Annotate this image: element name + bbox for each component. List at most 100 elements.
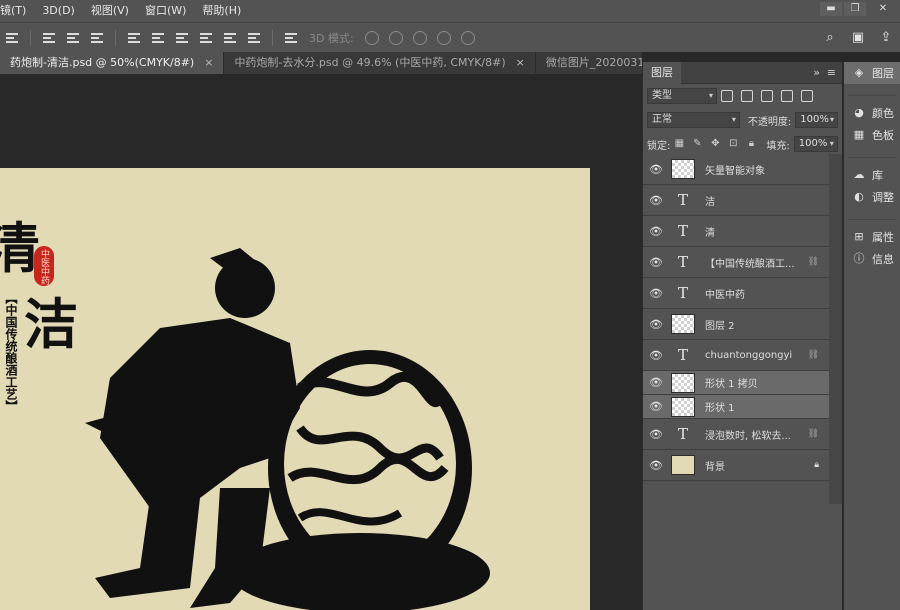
lock-artboard-icon[interactable]: ⊡ (727, 138, 739, 150)
layer-row[interactable]: 👁︎ T 清 (643, 216, 829, 247)
menu-3d[interactable]: 3D(D) (34, 0, 83, 22)
chevron-down-icon: ▾ (829, 115, 834, 124)
menu-window[interactable]: 窗口(W) (137, 0, 194, 22)
distribute-left-icon[interactable] (199, 31, 213, 45)
text-layer-icon: T (677, 284, 688, 302)
layer-row-selected[interactable]: 👁︎ 形状 1 (643, 395, 829, 419)
close-icon[interactable]: × (204, 52, 213, 74)
filter-row: 类型 ▾ (643, 84, 842, 108)
3d-scale-icon[interactable] (460, 30, 475, 45)
layer-row[interactable]: 👁︎ 背景 🔒︎ (643, 450, 829, 481)
visibility-eye-icon[interactable]: 👁︎ (643, 287, 669, 300)
tab-label: 中药炮制-去水分.psd @ 49.6% (中医中药, CMYK/8#) (234, 56, 506, 69)
distribute-bottom-icon[interactable] (175, 31, 189, 45)
panel-menu-icon[interactable]: ≡ (827, 62, 836, 84)
visibility-eye-icon[interactable]: 👁︎ (643, 163, 669, 176)
filter-shape-icon[interactable] (781, 90, 793, 102)
link-icon[interactable]: ⛓ (808, 257, 819, 267)
artboard[interactable]: 清 洁 【中国传统酿酒工艺】 中医中药 (0, 168, 590, 610)
layer-row[interactable]: 👁︎ T chuantonggongyi ⛓ (643, 340, 829, 371)
3d-rotate-icon[interactable] (364, 30, 379, 45)
adjust-icon: ◐ (854, 190, 864, 203)
link-icon[interactable]: ⛓ (808, 429, 819, 439)
dock-properties[interactable]: ⊞ 属性 (844, 226, 900, 248)
layer-name: 中医中药 (705, 289, 745, 301)
dock-color[interactable]: ◕ 颜色 (844, 102, 900, 124)
lock-paint-icon[interactable]: ✎ (691, 138, 703, 150)
tab-clean-psd[interactable]: 药炮制-清洁.psd @ 50%(CMYK/8#) × (0, 52, 225, 74)
visibility-eye-icon[interactable]: 👁︎ (643, 225, 669, 238)
lock-transparent-icon[interactable]: ▦ (673, 138, 685, 150)
lock-move-icon[interactable]: ✥ (709, 138, 721, 150)
visibility-eye-icon[interactable]: 👁︎ (643, 318, 669, 331)
auto-align-icon[interactable] (284, 31, 298, 45)
distribute-vcenter-icon[interactable] (151, 31, 165, 45)
info-icon: ⓘ (853, 252, 865, 265)
layer-row[interactable]: 👁︎ T 浸泡数时, 松软去... ⛓ (643, 419, 829, 450)
visibility-eye-icon[interactable]: 👁︎ (643, 194, 669, 207)
close-icon[interactable]: × (516, 52, 525, 74)
share-icon[interactable]: ⇪ (876, 28, 896, 48)
layer-thumbnail (671, 396, 695, 417)
layer-thumbnail (671, 372, 695, 393)
fill-input[interactable]: 100% ▾ (793, 136, 838, 152)
opacity-label: 不透明度: (747, 116, 792, 128)
dock-libraries[interactable]: ☁ 库 (844, 164, 900, 186)
dock-label: 属性 (872, 231, 894, 244)
lock-all-icon[interactable]: 🔒︎ (745, 138, 757, 150)
dock-adjustments[interactable]: ◐ 调整 (844, 186, 900, 208)
dock-info[interactable]: ⓘ 信息 (844, 248, 900, 270)
filter-smart-icon[interactable] (801, 90, 813, 102)
filter-text-icon[interactable] (761, 90, 773, 102)
distribute-right-icon[interactable] (247, 31, 261, 45)
3d-pan-icon[interactable] (412, 30, 427, 45)
menu-help[interactable]: 帮助(H) (194, 0, 249, 22)
search-icon[interactable]: ⌕ (820, 28, 840, 48)
align-left-edges-icon[interactable] (42, 31, 56, 45)
distribute-hcenter-icon[interactable] (223, 31, 237, 45)
distribute-top-icon[interactable] (127, 31, 141, 45)
visibility-eye-icon[interactable]: 👁︎ (643, 459, 669, 472)
workspace-icon[interactable]: ▣ (848, 28, 868, 48)
layers-scrollbar[interactable] (829, 154, 842, 504)
layer-name: 矢量智能对象 (705, 165, 765, 177)
layer-row[interactable]: 👁︎ T 【中国传统酿酒工... ⛓ (643, 247, 829, 278)
layer-row[interactable]: 👁︎ T 中医中药 (643, 278, 829, 309)
align-horizontal-centers-icon[interactable] (66, 31, 80, 45)
chevron-down-icon: ▾ (708, 91, 713, 100)
dock-swatches[interactable]: ▦ 色板 (844, 124, 900, 146)
visibility-eye-icon[interactable]: 👁︎ (643, 256, 669, 269)
align-left-icon[interactable] (5, 31, 19, 45)
visibility-eye-icon[interactable]: 👁︎ (643, 376, 669, 389)
tab-layers[interactable]: 图层 (643, 61, 681, 84)
filter-adjust-icon[interactable] (741, 90, 753, 102)
restore-button[interactable]: ❐ (844, 2, 866, 16)
menu-filter[interactable]: 镜(T) (0, 0, 34, 22)
blend-mode-select[interactable]: 正常 ▾ (647, 112, 740, 128)
canvas-area[interactable]: 清 洁 【中国传统酿酒工艺】 中医中药 (0, 74, 642, 610)
tab-dewater-psd[interactable]: 中药炮制-去水分.psd @ 49.6% (中医中药, CMYK/8#) × (224, 52, 536, 74)
collapse-icon[interactable]: » (813, 62, 820, 84)
tab-wechat-image[interactable]: 微信图片_20200319111150.jpg @ 330%(RG (536, 52, 642, 74)
layer-row[interactable]: 👁︎ 矢量智能对象 (643, 154, 829, 185)
visibility-eye-icon[interactable]: 👁︎ (643, 400, 669, 413)
3d-slide-icon[interactable] (436, 30, 451, 45)
layer-row[interactable]: 👁︎ 图层 2 (643, 309, 829, 340)
filter-pixel-icon[interactable] (721, 90, 733, 102)
layer-row-selected[interactable]: 👁︎ 形状 1 拷贝 (643, 371, 829, 395)
minimize-button[interactable]: ▬ (820, 2, 842, 16)
close-window-button[interactable]: ✕ (868, 2, 898, 16)
tab-label: 药炮制-清洁.psd @ 50%(CMYK/8#) (10, 56, 195, 69)
link-icon[interactable]: ⛓ (808, 350, 819, 360)
filter-type-select[interactable]: 类型 ▾ (647, 88, 717, 104)
3d-roll-icon[interactable] (388, 30, 403, 45)
visibility-eye-icon[interactable]: 👁︎ (643, 428, 669, 441)
menu-view[interactable]: 视图(V) (83, 0, 137, 22)
dock-layers[interactable]: ◈ 图层 (844, 62, 900, 84)
layer-row[interactable]: 👁︎ T 洁 (643, 185, 829, 216)
layer-list: 👁︎ 矢量智能对象 👁︎ T 洁 👁︎ T 清 👁︎ T 【中国传统酿酒工...… (643, 154, 829, 481)
opacity-input[interactable]: 100% ▾ (795, 112, 838, 128)
dock-label: 图层 (872, 67, 894, 80)
align-right-edges-icon[interactable] (90, 31, 104, 45)
visibility-eye-icon[interactable]: 👁︎ (643, 349, 669, 362)
